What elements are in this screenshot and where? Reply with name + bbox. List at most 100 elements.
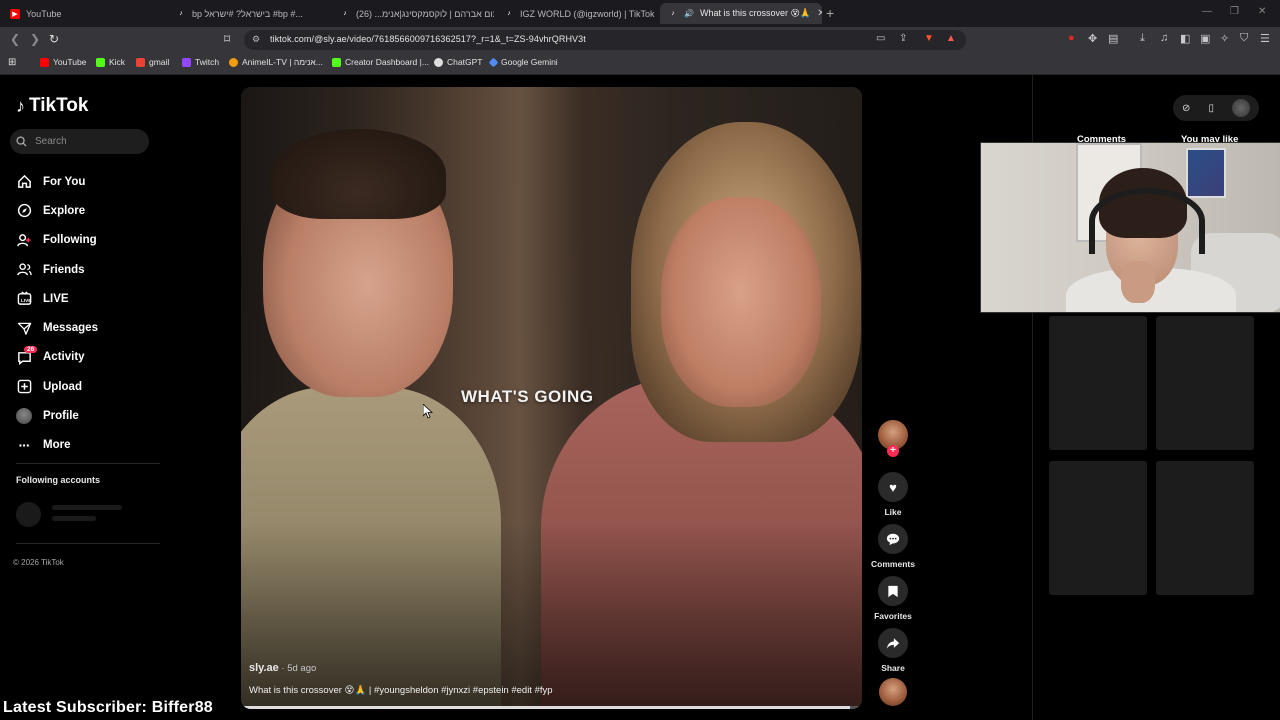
coin-icon[interactable]: ⊘ (1182, 103, 1190, 114)
nav-live[interactable]: LIVE LIVE (16, 284, 98, 313)
video-progress-fill (241, 706, 850, 709)
bookmark-kick[interactable]: Kick (96, 57, 125, 67)
url-text[interactable]: tiktok.com/@sly.ae/video/761856600971636… (270, 34, 586, 44)
more-icon: ··· (18, 437, 31, 454)
top-right-controls: ⊘ ▯ (1173, 95, 1259, 121)
nav-label: Activity (43, 351, 85, 364)
bookmark-page-icon[interactable]: ⌑ (224, 32, 230, 46)
search-box[interactable] (10, 129, 149, 154)
address-bar[interactable]: ⚙ tiktok.com/@sly.ae/video/7618566009716… (244, 30, 966, 50)
share-icon (878, 628, 908, 658)
comment-icon (878, 524, 908, 554)
nav-activity[interactable]: 26 Activity (16, 343, 98, 372)
back-icon[interactable]: ❮ (10, 32, 20, 46)
sidebar-icon[interactable]: ◧ (1180, 32, 1190, 45)
bookmark-gemini[interactable]: Google Gemini (488, 57, 558, 67)
like-button[interactable]: ♥ Like (870, 472, 916, 517)
upload-icon (16, 379, 32, 395)
chatgpt-icon (434, 57, 443, 67)
latest-subscriber-overlay: Latest Subscriber: Biffer88 (3, 699, 213, 716)
bookmark-chatgpt[interactable]: ChatGPT (434, 57, 482, 67)
bookmark-gmail[interactable]: gmail (136, 57, 169, 67)
bookmark-label: AnimeIL-TV | אנימה... (242, 57, 323, 67)
comments-button[interactable]: Comments (870, 524, 916, 569)
youtube-icon (40, 57, 49, 67)
follow-plus-icon[interactable]: + (887, 445, 899, 457)
nav-explore[interactable]: Explore (16, 196, 98, 225)
user-avatar[interactable] (1231, 99, 1250, 117)
kick-icon (332, 57, 341, 67)
adblock-icon[interactable]: ● (1068, 32, 1075, 44)
bookmark-animeil[interactable]: AnimeIL-TV | אנימה... (229, 57, 323, 67)
video-description[interactable]: What is this crossover 😵🙏 | #youngsheldo… (249, 685, 553, 696)
bookmark-creator-dashboard[interactable]: Creator Dashboard |... (332, 57, 429, 67)
menu-icon[interactable]: ☰ (1260, 32, 1270, 45)
leo-ai-icon[interactable]: ✧ (1220, 32, 1229, 45)
video-progress-bar[interactable] (241, 706, 862, 709)
window-close-icon[interactable]: ✕ (1258, 6, 1266, 17)
reload-icon[interactable]: ↻ (49, 32, 59, 46)
speaker-icon: 🔊 (684, 9, 694, 18)
suggested-video-thumbnail[interactable] (1156, 461, 1254, 595)
author-handle[interactable]: sly.ae (249, 662, 279, 674)
nav-profile[interactable]: Profile (16, 401, 98, 430)
account-skeleton-line (52, 516, 96, 521)
comments-label: Comments (871, 559, 915, 569)
favorites-button[interactable]: Favorites (870, 576, 916, 621)
bookmark-label: YouTube (53, 57, 87, 67)
nav-messages[interactable]: Messages (16, 313, 98, 342)
maximize-icon[interactable]: ❐ (1230, 6, 1239, 17)
brave-shields-icon[interactable]: ▼ (924, 33, 934, 44)
nav-friends[interactable]: Friends (16, 255, 98, 284)
minimize-icon[interactable]: — (1202, 6, 1212, 17)
nav-label: Following (43, 234, 97, 247)
share-label: Share (881, 663, 905, 673)
site-settings-icon[interactable]: ⚙ (252, 34, 260, 45)
bookmark-label: ChatGPT (447, 57, 483, 67)
video-overlay-caption: WHAT'S GOING (461, 387, 594, 406)
vpn-icon[interactable]: ⛉ (1240, 32, 1248, 45)
close-tab-icon[interactable]: ✕ (817, 8, 822, 19)
nav-for-you[interactable]: For You (16, 167, 98, 196)
nav-upload[interactable]: Upload (16, 372, 98, 401)
search-icon (16, 136, 27, 147)
nav-label: Messages (43, 322, 98, 335)
tab-tiktok-2[interactable]: ♪ תום אברהם | לוקסמקסינג|אנימ... (26) (332, 3, 494, 24)
tab-title: bp בישראל? #ישראל #bp #... (192, 8, 303, 19)
nav-following[interactable]: Following (16, 226, 98, 255)
share-button[interactable]: Share (870, 628, 916, 673)
tab-tiktok-active[interactable]: ♪ 🔊 What is this crossover 😵🙏 ✕ (660, 3, 822, 24)
suggested-video-thumbnail[interactable] (1049, 461, 1147, 595)
tab-manager-icon[interactable]: ▤ (1108, 32, 1118, 45)
extensions-icon[interactable]: ✥ (1088, 32, 1097, 45)
wallet-icon[interactable]: ▣ (1200, 32, 1210, 45)
video-player[interactable]: WHAT'S GOING sly.ae · 5d ago What is thi… (241, 87, 862, 709)
suggested-video-thumbnail[interactable] (1156, 316, 1254, 450)
tab-tiktok-3[interactable]: ♪ IGZ WORLD (@igzworld) | TikTok (496, 3, 658, 24)
copyright-text: © 2026 TikTok (13, 558, 64, 567)
svg-text:LIVE: LIVE (21, 298, 31, 303)
share-page-icon[interactable]: ⇪ (899, 33, 907, 44)
bookmark-label: Kick (109, 57, 126, 67)
nav-more[interactable]: ··· More (16, 431, 98, 460)
cast-icon[interactable]: ▭ (876, 33, 885, 44)
new-tab-button[interactable]: + (826, 5, 834, 21)
tab-youtube[interactable]: ▶ YouTube (2, 3, 167, 24)
suggested-video-thumbnail[interactable] (1049, 316, 1147, 450)
brave-rewards-icon[interactable]: ▲ (946, 33, 956, 44)
bookmark-youtube[interactable]: YouTube (40, 57, 86, 67)
download-icon[interactable]: ⤓ (1140, 32, 1145, 45)
apps-grid-icon[interactable]: ⊞ (8, 57, 16, 68)
video-author[interactable]: sly.ae · 5d ago (249, 662, 316, 674)
search-input[interactable] (33, 135, 137, 148)
like-label: Like (884, 507, 902, 517)
tiktok-logo[interactable]: ♪ TikTok (16, 95, 88, 117)
animeil-icon (229, 57, 238, 67)
device-icon[interactable]: ▯ (1208, 103, 1214, 114)
favorites-label: Favorites (874, 611, 912, 621)
tab-tiktok-1[interactable]: ♪ bp בישראל? #ישראל #bp #... (168, 3, 330, 24)
sound-disc-icon[interactable] (879, 678, 907, 706)
forward-icon[interactable]: ❯ (30, 32, 40, 46)
bookmark-twitch[interactable]: Twitch (182, 57, 219, 67)
media-icon[interactable]: ♫ (1160, 32, 1168, 44)
